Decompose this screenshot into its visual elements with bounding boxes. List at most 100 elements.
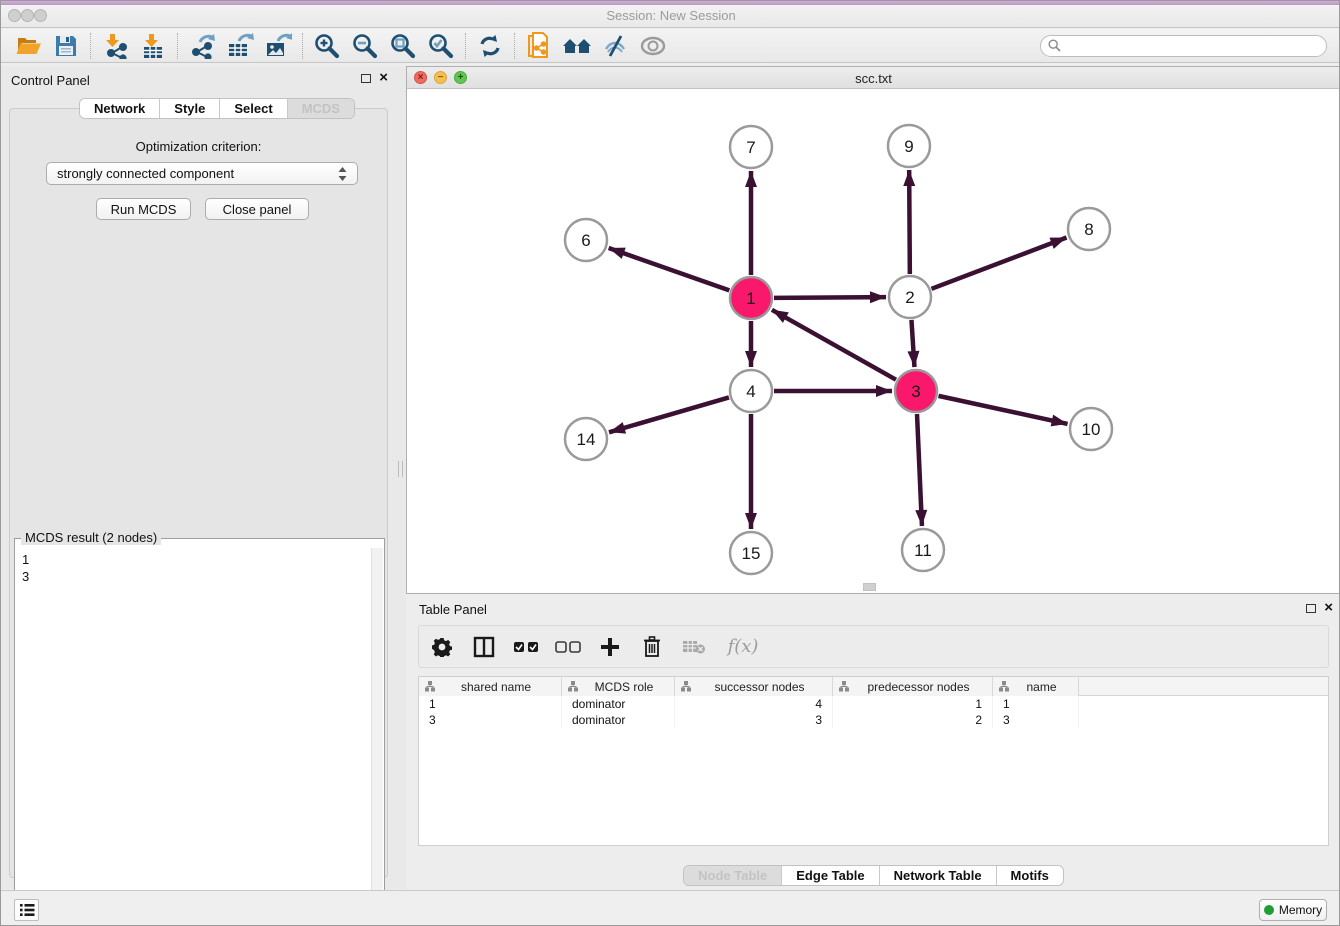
select-all-columns-button[interactable] [513, 634, 539, 660]
graph-node-11[interactable]: 11 [902, 529, 944, 571]
table-cell[interactable]: 1 [419, 696, 562, 712]
graph-node-9[interactable]: 9 [888, 125, 930, 167]
show-graphics-details-button[interactable] [634, 31, 672, 61]
network-graph: 7 9 6 8 1 2 4 3 14 10 15 11 [407, 89, 1340, 593]
graph-node-4[interactable]: 4 [730, 370, 772, 412]
copy-network-button[interactable] [520, 31, 558, 61]
function-builder-button[interactable]: f(x) [723, 634, 763, 660]
zoom-in-button[interactable] [308, 31, 346, 61]
graph-edge-4-14[interactable] [609, 397, 729, 432]
tab-network[interactable]: Network [80, 99, 159, 118]
delete-column-button[interactable] [639, 634, 665, 660]
graph-edge-2-8[interactable] [932, 238, 1067, 289]
table-cell[interactable]: 3 [993, 712, 1079, 728]
delete-table-button[interactable] [681, 634, 707, 660]
export-table-button[interactable] [221, 31, 259, 61]
float-table-panel-icon[interactable] [1306, 604, 1316, 613]
graph-edge-3-10[interactable] [938, 396, 1067, 424]
export-image-button[interactable] [259, 31, 297, 61]
graph-node-3[interactable]: 3 [895, 370, 937, 412]
graph-edge-2-3[interactable] [911, 320, 914, 367]
float-panel-icon[interactable] [361, 74, 371, 83]
import-network-button[interactable] [96, 31, 134, 61]
graph-node-6[interactable]: 6 [565, 219, 607, 261]
run-mcds-button[interactable]: Run MCDS [96, 198, 191, 220]
graph-node-2[interactable]: 2 [889, 276, 931, 318]
hide-graphics-details-button[interactable] [596, 31, 634, 61]
table-cell[interactable]: 3 [675, 712, 833, 728]
show-column-pane-button[interactable] [471, 634, 497, 660]
add-column-button[interactable] [597, 634, 623, 660]
result-scrollbar[interactable] [371, 548, 383, 913]
application-window: Session: New Session [0, 0, 1340, 926]
table-row[interactable]: 3dominator323 [419, 712, 1328, 728]
window-top-edge [1, 1, 1340, 5]
graph-edge-1-2[interactable] [774, 297, 886, 298]
tab-network-table[interactable]: Network Table [879, 866, 996, 885]
task-history-button[interactable] [14, 899, 39, 921]
graph-node-7[interactable]: 7 [730, 126, 772, 168]
tab-style[interactable]: Style [159, 99, 219, 118]
column-header-successor-nodes[interactable]: successor nodes [675, 677, 833, 696]
zoom-fit-button[interactable] [384, 31, 422, 61]
table-settings-button[interactable] [429, 634, 455, 660]
column-header-shared-name[interactable]: shared name [419, 677, 562, 696]
graph-edge-3-11[interactable] [917, 414, 922, 526]
table-cell[interactable]: 2 [833, 712, 993, 728]
tab-select[interactable]: Select [219, 99, 286, 118]
network-canvas[interactable]: 7 9 6 8 1 2 4 3 14 10 15 11 [407, 89, 1340, 593]
criterion-dropdown[interactable]: strongly connected component [46, 162, 358, 185]
zoom-selected-button[interactable] [422, 31, 460, 61]
panel-splitter[interactable] [396, 66, 406, 889]
graph-node-8[interactable]: 8 [1068, 208, 1110, 250]
result-item[interactable]: 3 [22, 568, 371, 585]
tab-node-table[interactable]: Node Table [684, 866, 781, 885]
graph-node-15[interactable]: 15 [730, 532, 772, 574]
result-item[interactable]: 1 [22, 551, 371, 568]
column-header-name[interactable]: name [993, 677, 1079, 696]
search-field[interactable] [1040, 35, 1327, 57]
mcds-result-list[interactable]: 13 [16, 548, 371, 913]
tab-motifs[interactable]: Motifs [996, 866, 1063, 885]
deselect-all-columns-button[interactable] [555, 634, 581, 660]
zoom-out-button[interactable] [346, 31, 384, 61]
graph-node-10[interactable]: 10 [1070, 408, 1112, 450]
graph-edge-2-9[interactable] [909, 170, 910, 274]
tab-mcds[interactable]: MCDS [287, 99, 354, 118]
import-table-button[interactable] [134, 31, 172, 61]
refresh-layout-button[interactable] [471, 31, 509, 61]
node-table[interactable]: shared nameMCDS rolesuccessor nodesprede… [418, 676, 1329, 846]
export-network-button[interactable] [183, 31, 221, 61]
toolbar-separator [465, 33, 466, 59]
graph-edge-3-1[interactable] [772, 310, 896, 380]
memory-button[interactable]: Memory [1259, 899, 1327, 921]
gear-icon [432, 637, 452, 657]
column-header-predecessor-nodes[interactable]: predecessor nodes [833, 677, 993, 696]
table-cell[interactable]: 4 [675, 696, 833, 712]
close-table-panel-icon[interactable]: × [1324, 602, 1333, 614]
graph-node-14[interactable]: 14 [565, 418, 607, 460]
graph-edge-1-6[interactable] [609, 248, 730, 290]
graph-node-1[interactable]: 1 [730, 277, 772, 319]
homes-button[interactable] [558, 31, 596, 61]
table-cell[interactable]: 1 [833, 696, 993, 712]
table-cell[interactable]: 1 [993, 696, 1079, 712]
open-folder-button[interactable] [9, 31, 47, 61]
close-panel-icon[interactable]: × [379, 72, 388, 84]
close-panel-button[interactable]: Close panel [205, 198, 309, 220]
node-label: 11 [914, 541, 932, 560]
table-cell[interactable]: dominator [562, 696, 675, 712]
column-header-MCDS-role[interactable]: MCDS role [562, 677, 675, 696]
node-label: 10 [1082, 420, 1101, 439]
table-cell[interactable]: dominator [562, 712, 675, 728]
control-panel-title: Control Panel [11, 73, 90, 88]
save-session-button[interactable] [47, 31, 85, 61]
network-window-titlebar[interactable]: × − + scc.txt [407, 67, 1340, 89]
table-row[interactable]: 1dominator411 [419, 696, 1328, 712]
canvas-resize-grip[interactable] [863, 583, 876, 591]
tab-edge-table[interactable]: Edge Table [781, 866, 878, 885]
table-cell[interactable]: 3 [419, 712, 562, 728]
node-label: 15 [742, 544, 761, 563]
node-label: 8 [1084, 220, 1093, 239]
search-input[interactable] [1061, 37, 1326, 55]
